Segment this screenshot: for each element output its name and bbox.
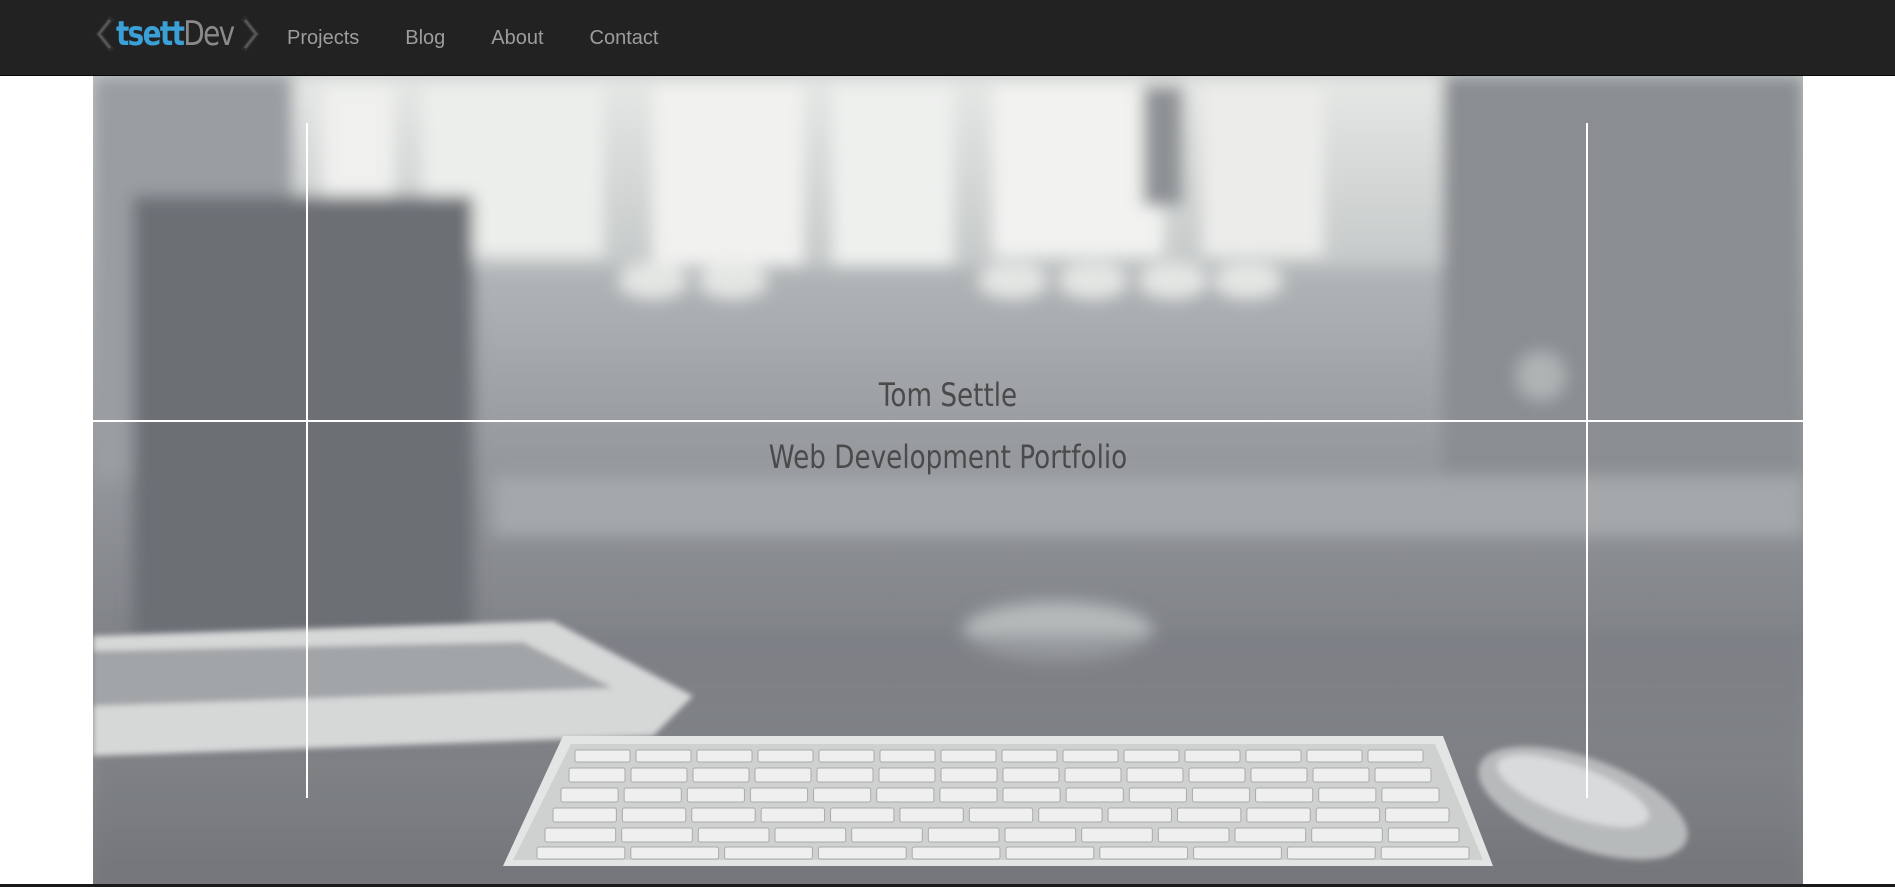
keyboard-key: [876, 787, 935, 803]
chevron-left-icon: [92, 14, 116, 54]
nav-link-blog[interactable]: Blog: [382, 0, 468, 76]
keyboard-key: [1311, 827, 1383, 843]
keyboard-key: [536, 846, 626, 860]
keyboard-key: [927, 827, 1000, 843]
keyboard-key: [1005, 846, 1095, 860]
keyboard-key: [1038, 807, 1103, 823]
keyboard-key: [1064, 767, 1122, 783]
keyboard-key: [1315, 807, 1381, 823]
keyboard-key: [911, 846, 1001, 860]
keyboard-key: [691, 807, 756, 823]
nav-item-projects: Projects: [264, 0, 382, 76]
keyboard-key: [1286, 846, 1376, 860]
keyboard-key: [544, 827, 617, 843]
keyboard-key: [568, 767, 626, 783]
keyboard-key: [818, 749, 875, 763]
keyboard-key: [1001, 749, 1058, 763]
keyboard-key: [1002, 787, 1061, 803]
keyboard-key: [760, 807, 826, 823]
keyboard-key: [774, 827, 847, 843]
keyboard-key: [878, 767, 936, 783]
keyboard-key: [696, 749, 753, 763]
nav-item-contact: Contact: [567, 0, 682, 76]
keyboard-key: [635, 749, 692, 763]
keyboard-key: [697, 827, 770, 843]
frame-line-horizontal: [93, 420, 1803, 422]
keyboard-key: [623, 787, 682, 803]
keyboard-key: [968, 807, 1034, 823]
keyboard-key: [1246, 807, 1311, 823]
nav-link-projects[interactable]: Projects: [264, 0, 382, 76]
keyboard-key: [574, 749, 631, 763]
keyboard-key: [1188, 767, 1246, 783]
keyboard-key: [1002, 767, 1060, 783]
nav-link-contact[interactable]: Contact: [567, 0, 682, 76]
keyboard-key: [749, 787, 809, 803]
keyboard-key: [1123, 749, 1180, 763]
keyboard-key: [1250, 767, 1308, 783]
keyboard-key: [1099, 846, 1189, 860]
brand-logo-part1: tsett: [116, 14, 185, 54]
keyboard-key: [757, 749, 814, 763]
main-nav: Projects Blog About Contact: [264, 0, 681, 76]
keyboard-key: [1387, 827, 1460, 843]
keyboard-key: [830, 807, 895, 823]
keyboard-key: [879, 749, 936, 763]
keyboard-key: [692, 767, 750, 783]
keyboard-key: [940, 749, 997, 763]
keyboard-key: [1065, 787, 1124, 803]
keyboard-key: [816, 767, 874, 783]
keyboard-key: [1306, 749, 1363, 763]
keyboard-key: [1191, 787, 1251, 803]
keyboard-key: [621, 827, 693, 843]
keyboard-key: [1081, 827, 1153, 843]
hero-banner: Tom Settle Web Development Portfolio: [93, 76, 1803, 887]
keyboard-key: [1004, 827, 1077, 843]
chevron-right-icon: [239, 14, 263, 54]
keyboard-key: [1128, 787, 1187, 803]
keyboard-key: [621, 807, 687, 823]
keyboard-key: [899, 807, 964, 823]
keyboard-key: [1234, 827, 1307, 843]
keyboard-key: [851, 827, 923, 843]
keyboard-key: [630, 846, 720, 860]
keyboard-key: [940, 767, 998, 783]
nav-item-about: About: [468, 0, 566, 76]
keyboard-key: [686, 787, 745, 803]
keyboard-key: [939, 787, 998, 803]
hero-name: Tom Settle: [878, 376, 1018, 414]
keyboard-key: [560, 787, 619, 803]
keyboard-key: [1193, 846, 1282, 860]
nav-item-blog: Blog: [382, 0, 468, 76]
keyboard-key: [552, 807, 617, 823]
nav-link-about[interactable]: About: [468, 0, 566, 76]
keyboard-key: [1184, 749, 1241, 763]
keyboard-key: [1255, 787, 1314, 803]
keyboard-key: [1374, 767, 1432, 783]
keyboard-key: [817, 846, 907, 860]
hero-background-image: [93, 76, 1803, 887]
keyboard-key: [1312, 767, 1370, 783]
keyboard-key: [1157, 827, 1230, 843]
brand-logo-part2: Dev: [183, 14, 235, 54]
keyboard-key: [1062, 749, 1119, 763]
keyboard-key: [813, 787, 872, 803]
top-navbar: tsettDev Projects Blog About Contact: [0, 0, 1895, 76]
keyboard-key: [1367, 749, 1424, 763]
keyboard-key: [1107, 807, 1172, 823]
keyboard-key: [1126, 767, 1184, 783]
keyboard-key: [754, 767, 812, 783]
keyboard-key: [724, 846, 813, 860]
keyboard-key: [630, 767, 688, 783]
brand-logo-link[interactable]: tsettDev: [92, 12, 263, 56]
hero-subtitle: Web Development Portfolio: [768, 438, 1128, 476]
keyboard-key: [1381, 787, 1440, 803]
keyboard-key: [1380, 846, 1470, 860]
keyboard-key: [1176, 807, 1242, 823]
keyboard-key: [1318, 787, 1377, 803]
keyboard-key: [1245, 749, 1302, 763]
brand-logo-text: tsettDev: [116, 14, 235, 54]
keyboard-key: [1385, 807, 1450, 823]
